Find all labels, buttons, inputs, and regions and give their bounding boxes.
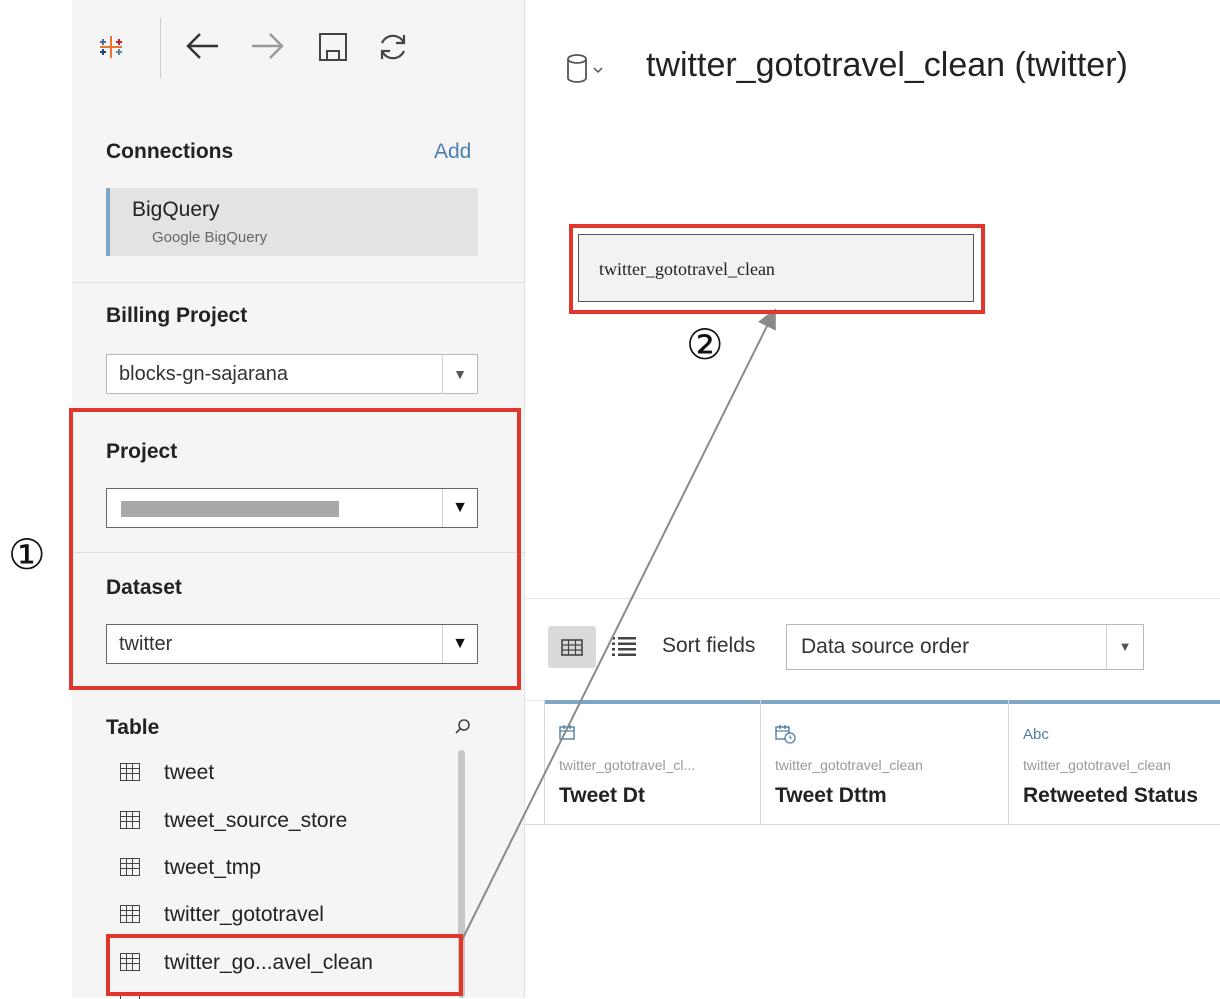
callout-2: ② (686, 320, 724, 369)
annotation-arrow (461, 308, 776, 941)
callout-1: ① (8, 530, 46, 579)
